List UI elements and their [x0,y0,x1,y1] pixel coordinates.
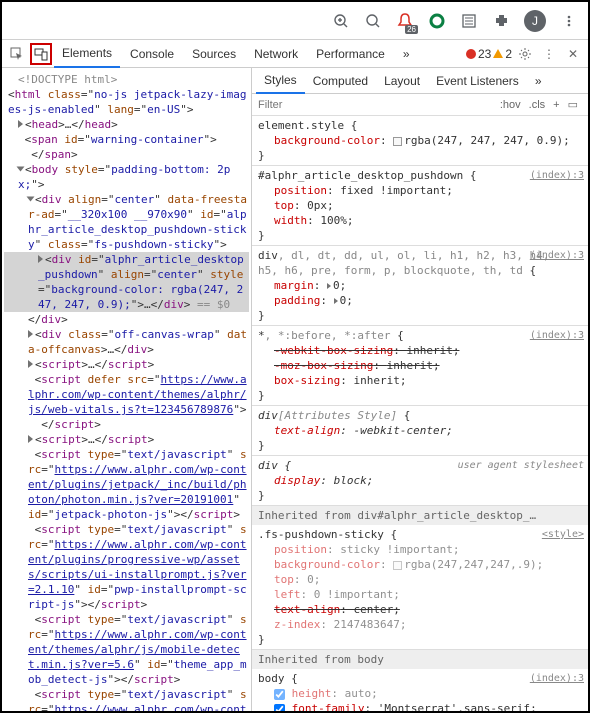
css-rule[interactable]: (index):3 #alphr_article_desktop_pushdow… [252,166,588,246]
bell-icon[interactable]: 26 [396,12,414,30]
filter-bar: :hov .cls + ▭ [252,94,588,116]
error-indicator[interactable]: 23 [466,47,491,61]
zoom-icon[interactable] [364,12,382,30]
tab-performance[interactable]: Performance [308,41,393,67]
expand-icon[interactable] [327,283,331,289]
dom-node[interactable]: <script type="text/javascript" src="http… [4,447,249,522]
filter-input[interactable] [258,99,496,111]
avatar[interactable]: J [524,10,546,32]
dom-node[interactable]: <script type="text/javascript" src="http… [4,687,249,711]
tab-layout[interactable]: Layout [376,69,428,93]
tab-more-icon[interactable]: » [395,41,418,67]
notification-count: 26 [405,25,418,34]
property-checkbox[interactable] [274,689,285,700]
css-rule[interactable]: div[Attributes Style] { text-align: -web… [252,406,588,456]
dom-node[interactable]: <!DOCTYPE html> [4,72,249,87]
elements-tree[interactable]: <!DOCTYPE html> <html class="no-js jetpa… [2,68,252,711]
circle-icon[interactable] [428,12,446,30]
css-rule[interactable]: user agent stylesheet div { display: blo… [252,456,588,506]
styles-panel: Styles Computed Layout Event Listeners »… [252,68,588,711]
rule-source-link[interactable]: (index):3 [530,168,584,183]
tab-sources[interactable]: Sources [184,41,244,67]
dom-node[interactable]: </div> [4,312,249,327]
dom-node[interactable]: <body style="padding-bottom: 2px;"> [4,162,249,192]
dom-node[interactable]: <head>…</head> [4,117,249,132]
extensions-icon[interactable] [492,12,510,30]
tab-event-listeners[interactable]: Event Listeners [428,69,527,93]
rule-source-link[interactable]: <style> [542,527,584,542]
color-swatch[interactable] [393,561,402,570]
browser-toolbar: 26 J [2,2,588,40]
tab-network[interactable]: Network [246,41,306,67]
dom-node[interactable]: <script type="text/javascript" src="http… [4,522,249,612]
rule-source-link[interactable]: (index):3 [530,328,584,343]
dom-node[interactable]: <script defer src="https://www.alphr.com… [4,372,249,432]
styles-tab-bar: Styles Computed Layout Event Listeners » [252,68,588,94]
gear-icon[interactable] [514,43,536,65]
dom-node[interactable]: <div align="center" data-freestar-ad="__… [4,192,249,252]
panel-toggle-icon[interactable]: ▭ [564,98,582,111]
tab-styles[interactable]: Styles [256,68,305,94]
dom-node[interactable]: <html class="no-js jetpack-lazy-images-j… [4,87,249,117]
css-rule[interactable]: (index):3 *, *:before, *:after { -webkit… [252,326,588,406]
tab-computed[interactable]: Computed [305,69,376,93]
tab-more-icon[interactable]: » [527,69,550,93]
menu-icon[interactable] [560,12,578,30]
inspect-icon[interactable] [6,43,28,65]
tab-elements[interactable]: Elements [54,40,120,68]
kebab-icon[interactable]: ⋮ [538,43,560,65]
css-rules[interactable]: element.style { background-color: rgba(2… [252,116,588,711]
devtools-tab-bar: Elements Console Sources Network Perform… [2,40,588,68]
dom-node[interactable]: <script>…</script> [4,432,249,447]
dom-node[interactable]: <script>…</script> [4,357,249,372]
new-rule-icon[interactable]: + [549,99,563,111]
inherited-divider: Inherited from body [252,650,588,669]
hov-toggle[interactable]: :hov [496,99,525,111]
cls-toggle[interactable]: .cls [525,99,550,111]
css-rule[interactable]: <style> .fs-pushdown-sticky { position: … [252,525,588,650]
warning-indicator[interactable]: 2 [493,47,512,61]
reader-icon[interactable] [460,12,478,30]
color-swatch[interactable] [393,137,402,146]
rule-source-link[interactable]: (index):3 [530,671,584,686]
close-icon[interactable]: ✕ [562,43,584,65]
property-checkbox[interactable] [274,704,285,712]
device-toggle-icon[interactable] [30,43,52,65]
dom-node[interactable]: <script type="text/javascript" src="http… [4,612,249,687]
css-rule[interactable]: (index):3 body { height: auto; font-fami… [252,669,588,711]
dom-node[interactable]: <span id="warning-container"> </span> [4,132,249,162]
inherited-divider: Inherited from div#alphr_article_desktop… [252,506,588,525]
rule-source-label: user agent stylesheet [458,458,584,473]
css-rule[interactable]: (index):3 div, dl, dt, dd, ul, ol, li, h… [252,246,588,326]
dom-node-selected[interactable]: <div id="alphr_article_desktop_pushdown"… [4,252,249,312]
css-rule[interactable]: element.style { background-color: rgba(2… [252,116,588,166]
zoom-out-icon[interactable] [332,12,350,30]
dom-node[interactable]: <div class="off-canvas-wrap" data-offcan… [4,327,249,357]
rule-source-link[interactable]: (index):3 [530,248,584,263]
tab-console[interactable]: Console [122,41,182,67]
expand-icon[interactable] [334,298,338,304]
